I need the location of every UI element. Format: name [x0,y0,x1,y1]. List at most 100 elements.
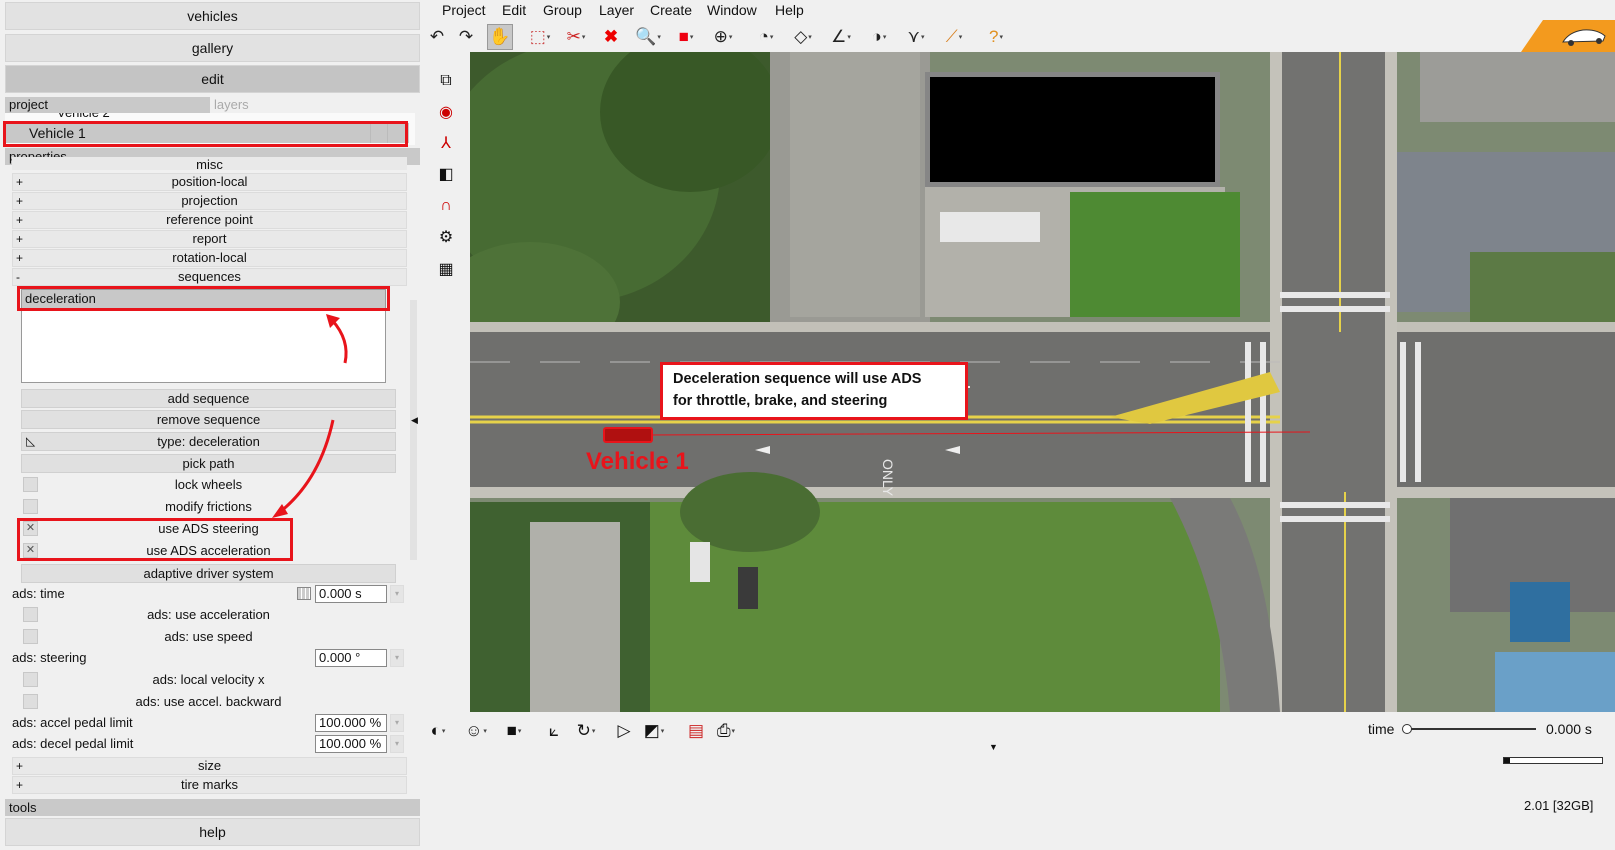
lock-wheels-row[interactable]: lock wheels [21,475,396,495]
magnet-icon[interactable]: ∩ [432,193,460,219]
spin-icon[interactable]: ▾ [390,585,404,603]
expand-icon[interactable]: + [16,758,23,774]
square-icon[interactable]: ■ ▾ [501,718,527,744]
map-viewport[interactable]: ONLY Vehicle 1 [470,52,1615,712]
gauge-icon[interactable]: ◔ ▾ [753,24,779,50]
adaptive-driver-system-button[interactable]: adaptive driver system [21,564,396,583]
calendar-icon[interactable] [297,587,311,600]
row-label: position-local [171,174,248,189]
print-icon[interactable]: ⎙ ▾ [713,718,739,744]
annotation-callout: Deceleration sequence will use ADS for t… [660,362,968,420]
expand-icon[interactable]: + [16,250,23,266]
accel-limit-row: ads: accel pedal limit 100.000 % ▾ [12,713,407,733]
help-icon[interactable]: ? ▾ [983,24,1009,50]
dial-icon[interactable]: ◑ ▾ [866,24,892,50]
scrollbar[interactable] [410,300,417,560]
path-icon[interactable]: ⋎ ▾ [903,24,929,50]
modify-frictions-row[interactable]: modify frictions [21,497,396,517]
pan-hand-icon[interactable]: ✋ [487,24,513,50]
menu-project[interactable]: Project [442,2,486,18]
shading-icon[interactable]: ◐ ▾ [425,718,451,744]
time-label: time [1368,721,1395,737]
redo-icon[interactable]: ↷ [453,24,479,50]
decel-limit-field[interactable]: 100.000 % [315,735,387,753]
camera-icon[interactable]: ⧉ [432,68,460,94]
layer-icon[interactable]: ◧ [432,161,460,187]
help-button[interactable]: help [5,818,420,846]
expand-icon[interactable]: + [16,231,23,247]
measure-angle-icon[interactable]: ∠ ▾ [828,24,854,50]
drop-arrow-icon[interactable]: ▼ [989,742,998,752]
spin-icon[interactable]: ▾ [390,714,404,732]
progress-fill [1504,758,1510,763]
row-rotation-local[interactable]: + rotation-local [12,249,407,267]
ads-local-velocity-row[interactable]: ads: local velocity x [21,670,396,690]
collapse-icon[interactable]: - [16,269,20,285]
axes-icon[interactable]: ⅄ [432,130,460,156]
edit-button[interactable]: edit [5,65,420,93]
zoom-icon[interactable]: 🔍 ▾ [635,24,661,50]
ads-accel-backward-row[interactable]: ads: use accel. backward [21,692,396,712]
menu-layer[interactable]: Layer [599,2,634,18]
row-position-local[interactable]: + position-local [12,173,407,191]
settings-gear-icon[interactable]: ⚙ [432,224,460,250]
vehicles-button[interactable]: vehicles [5,2,420,30]
report-icon[interactable]: ▤ [683,718,709,744]
row-tire-marks[interactable]: + tire marks [12,776,407,794]
list-item[interactable]: Vehicle 2 [57,113,110,121]
rotate-icon[interactable]: ↻ ▾ [573,718,599,744]
menu-create[interactable]: Create [650,2,692,18]
ads-steering-field[interactable]: 0.000 ° [315,649,387,667]
row-label: size [197,758,222,773]
time-slider[interactable] [1402,724,1536,734]
progress-bar [1503,757,1603,764]
row-reference-point[interactable]: + reference point [12,211,407,229]
menu-window[interactable]: Window [707,2,757,18]
tab-layers[interactable]: layers [214,97,314,113]
ruler-icon[interactable]: ⟋ ▾ [941,24,967,50]
vehicle-highlight-box [3,121,408,147]
ads-time-field[interactable]: 0.000 s [315,585,387,603]
expand-icon[interactable]: + [16,174,23,190]
gallery-button[interactable]: gallery [5,34,420,62]
row-projection[interactable]: + projection [12,192,407,210]
row-report[interactable]: + report [12,230,407,248]
ads-use-speed-row[interactable]: ads: use speed [21,627,396,647]
plane-icon[interactable]: ◇ ▾ [790,24,816,50]
expand-icon[interactable]: + [16,212,23,228]
vehicle-1-marker[interactable] [603,427,653,443]
chart-icon[interactable]: ⟀ [541,718,567,744]
expand-icon[interactable]: + [16,777,23,793]
pick-path-button[interactable]: pick path [21,454,396,473]
add-sequence-button[interactable]: add sequence [21,389,396,408]
cube-icon[interactable]: ■ ▾ [673,24,699,50]
spin-icon[interactable]: ▾ [390,649,404,667]
accel-limit-field[interactable]: 100.000 % [315,714,387,732]
spin-icon[interactable]: ▾ [390,735,404,753]
crosshair-icon[interactable]: ⊕ ▾ [710,24,736,50]
select-box-icon[interactable]: ⬚ ▾ [527,24,553,50]
frame-icon[interactable]: ◩ ▾ [641,718,667,744]
delete-icon[interactable]: ✖ [598,24,624,50]
remove-sequence-button[interactable]: remove sequence [21,410,396,429]
play-icon[interactable]: ▷ [611,718,637,744]
ads-use-accel-row[interactable]: ads: use acceleration [21,605,396,625]
tab-project[interactable]: project [5,97,210,113]
row-sequences[interactable]: - sequences [12,268,407,286]
time-slider-handle[interactable] [1402,724,1412,734]
tools-header[interactable]: tools [5,799,420,816]
head-icon[interactable]: ☺ ▾ [463,718,489,744]
undo-icon[interactable]: ↶ [424,24,450,50]
row-size[interactable]: + size [12,757,407,775]
target-icon[interactable]: ◉ [432,99,460,125]
collapse-arrow-icon[interactable]: ◀ [411,415,418,426]
menu-edit[interactable]: Edit [502,2,526,18]
expand-icon[interactable]: + [16,193,23,209]
cut-tool-icon[interactable]: ✂ ▾ [563,24,589,50]
type-button[interactable]: ◺ type: deceleration [21,432,396,451]
time-value: 0.000 s [1546,721,1592,737]
partial-row: misc [12,157,407,170]
menu-group[interactable]: Group [543,2,582,18]
grid-icon[interactable]: ▦ [432,256,460,282]
menu-help[interactable]: Help [775,2,804,18]
